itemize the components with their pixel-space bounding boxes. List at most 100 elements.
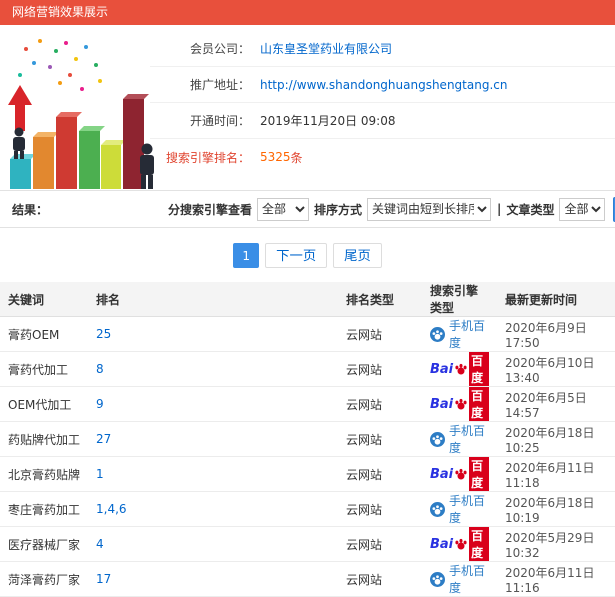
company-name-link[interactable]: 山东皇圣堂药业有限公司 — [260, 40, 392, 57]
rank-type-cell: 云网站 — [338, 316, 422, 352]
baidu-logo-latin: Bai — [430, 466, 454, 482]
table-row: 药贴牌代加工 27 云网站 手机百度 2020年6月18日 10:25 — [0, 421, 615, 457]
rank-link[interactable]: 9 — [96, 397, 104, 411]
keyword-cell: 膏药代加工 — [0, 351, 88, 387]
rank-cell: 1 — [88, 456, 338, 492]
company-label: 会员公司： — [189, 42, 250, 56]
open-time-value: 2019年11月20日 09:08 — [260, 114, 396, 128]
time-cell: 2020年6月11日 11:16 — [497, 561, 615, 597]
article-type-label: 文章类型 — [506, 202, 555, 217]
confetti-dots — [18, 39, 102, 91]
baidu-logo-cjk: 百度 — [469, 352, 489, 386]
baidu-logo-cjk: 百度 — [469, 387, 489, 421]
rank-link[interactable]: 8 — [96, 362, 104, 376]
engine-filter-select[interactable]: 全部 — [257, 197, 310, 221]
header-rank-type: 排名类型 — [338, 282, 422, 317]
mobile-baidu-badge: 手机百度 — [430, 492, 489, 526]
rank-link[interactable]: 27 — [96, 432, 111, 446]
baidu-logo: Bai 百度 — [430, 352, 489, 386]
promo-url-label: 推广地址： — [189, 78, 250, 92]
table-row: 膏药代加工 8 云网站 Bai 百度 2020年6月10日 13:40 — [0, 351, 615, 387]
baidu-logo-latin: Bai — [430, 361, 454, 377]
last-page-button[interactable]: 尾页 — [333, 243, 382, 268]
sort-label: 排序方式 — [314, 202, 363, 217]
rank-link[interactable]: 1,4,6 — [96, 502, 127, 516]
filter-controls: 分搜索引擎查看 全部 排序方式 关键词由短到长排序 | 文章类型 全部 提交 — [166, 196, 615, 222]
table-row: 膏药OEM 25 云网站 手机百度 2020年6月9日 17:50 — [0, 316, 615, 352]
rank-link[interactable]: 17 — [96, 572, 111, 586]
engine-cell: Bai 百度 — [422, 351, 497, 387]
results-table-body: 膏药OEM 25 云网站 手机百度 2020年6月9日 17:50 膏药代加工 8 云网站… — [0, 316, 615, 597]
page-current[interactable]: 1 — [233, 243, 260, 268]
engine-cell: 手机百度 — [422, 491, 497, 527]
rank-cell: 9 — [88, 386, 338, 422]
rank-count-value: 5325 — [260, 150, 291, 164]
mobile-baidu-label: 手机百度 — [449, 319, 486, 350]
baidu-logo: Bai 百度 — [430, 527, 489, 561]
header-rank: 排名 — [88, 282, 338, 317]
title-bar: 网络营销效果展示 — [0, 0, 615, 25]
time-cell: 2020年6月18日 10:19 — [497, 491, 615, 527]
rank-cell: 4 — [88, 526, 338, 562]
engine-cell: 手机百度 — [422, 316, 497, 352]
promo-url-link[interactable]: http://www.shandonghuangshengtang.cn — [260, 78, 507, 92]
keyword-cell: 药贴牌代加工 — [0, 421, 88, 457]
article-type-select[interactable]: 全部 — [559, 197, 606, 221]
rank-cell: 8 — [88, 351, 338, 387]
mobile-baidu-label: 手机百度 — [449, 494, 486, 525]
rank-cell: 1,4,6 — [88, 491, 338, 527]
engine-cell: Bai 百度 — [422, 386, 497, 422]
next-page-button[interactable]: 下一页 — [265, 243, 328, 268]
baidu-logo-cjk: 百度 — [469, 527, 489, 561]
results-table: 关键词 排名 排名类型 搜索引擎类型 最新更新时间 膏药OEM 25 云网站 手机百… — [0, 282, 615, 597]
keyword-cell: 北京膏药贴牌 — [0, 456, 88, 492]
businessman-right — [140, 143, 154, 189]
mobile-baidu-label: 手机百度 — [449, 424, 486, 455]
header-keyword: 关键词 — [0, 282, 88, 317]
rank-type-cell: 云网站 — [338, 491, 422, 527]
sort-select[interactable]: 关键词由短到长排序 — [367, 197, 492, 221]
header-update-time: 最新更新时间 — [497, 282, 615, 317]
engine-cell: 手机百度 — [422, 561, 497, 597]
baidu-paw-icon — [454, 537, 468, 551]
info-row-open-time: 开通时间： 2019年11月20日 09:08 — [150, 103, 615, 139]
table-row: 北京膏药贴牌 1 云网站 Bai 百度 2020年6月11日 11:18 — [0, 456, 615, 492]
info-row-company: 会员公司： 山东皇圣堂药业有限公司 — [150, 31, 615, 67]
mobile-baidu-paw-icon — [430, 501, 445, 517]
rank-type-cell: 云网站 — [338, 526, 422, 562]
engine-cell: 手机百度 — [422, 421, 497, 457]
results-filter-bar: 结果： 分搜索引擎查看 全部 排序方式 关键词由短到长排序 | 文章类型 全部 … — [0, 191, 615, 228]
page-title: 网络营销效果展示 — [12, 5, 109, 19]
pagination: 1 下一页 尾页 — [0, 228, 615, 282]
mobile-baidu-badge: 手机百度 — [430, 562, 489, 596]
keyword-cell: 膏药OEM — [0, 316, 88, 352]
rank-cell: 27 — [88, 421, 338, 457]
rank-link[interactable]: 25 — [96, 327, 111, 341]
rank-link[interactable]: 1 — [96, 467, 104, 481]
baidu-paw-icon — [454, 397, 468, 411]
mobile-baidu-paw-icon — [430, 431, 445, 447]
info-panel: 会员公司： 山东皇圣堂药业有限公司 推广地址： http://www.shand… — [0, 25, 615, 191]
time-cell: 2020年5月29日 10:32 — [497, 526, 615, 562]
time-cell: 2020年6月10日 13:40 — [497, 351, 615, 387]
time-cell: 2020年6月11日 11:18 — [497, 456, 615, 492]
rank-count-suffix: 条 — [290, 150, 303, 165]
table-row: 医疗器械厂家 4 云网站 Bai 百度 2020年5月29日 10:32 — [0, 526, 615, 562]
baidu-logo-latin: Bai — [430, 396, 454, 412]
baidu-logo-cjk: 百度 — [469, 457, 489, 491]
result-label: 结果： — [12, 202, 49, 217]
baidu-logo: Bai 百度 — [430, 457, 489, 491]
baidu-paw-icon — [454, 362, 468, 376]
open-time-label: 开通时间： — [189, 114, 250, 128]
rank-type-cell: 云网站 — [338, 561, 422, 597]
time-cell: 2020年6月5日 14:57 — [497, 386, 615, 422]
engine-cell: Bai 百度 — [422, 456, 497, 492]
rank-cell: 17 — [88, 561, 338, 597]
table-row: 枣庄膏药加工 1,4,6 云网站 手机百度 2020年6月18日 10:19 — [0, 491, 615, 527]
baidu-logo-latin: Bai — [430, 536, 454, 552]
rank-cell: 25 — [88, 316, 338, 352]
rank-link[interactable]: 4 — [96, 537, 104, 551]
mobile-baidu-badge: 手机百度 — [430, 317, 489, 351]
bar-chart-growth-illustration — [4, 33, 154, 192]
keyword-cell: 菏泽膏药厂家 — [0, 561, 88, 597]
